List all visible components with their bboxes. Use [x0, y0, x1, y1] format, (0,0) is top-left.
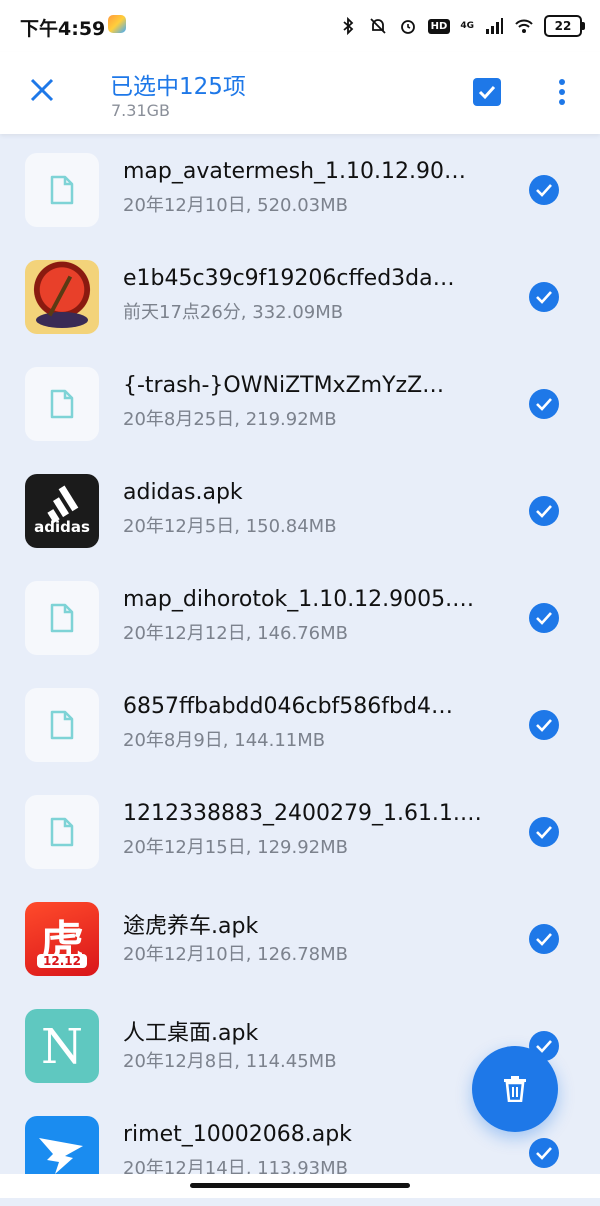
- file-thumbnail: [25, 153, 99, 227]
- file-meta: 20年12月15日, 129.92MB: [123, 837, 349, 858]
- list-item[interactable]: 1212338883_2400279_1.61.1.… 20年12月15日, 1…: [0, 778, 600, 885]
- tuhu-app-icon: 虎 12.12: [25, 902, 99, 976]
- trash-icon: [504, 1076, 526, 1102]
- file-name: e1b45c39c9f19206cffed3da…: [123, 266, 455, 291]
- list-item[interactable]: adidas adidas.apk 20年12月5日, 150.84MB: [0, 457, 600, 564]
- list-item[interactable]: {-trash-}OWNiZTMxZmYzZ… 20年8月25日, 219.92…: [0, 350, 600, 457]
- mute-bell-icon: [368, 16, 388, 36]
- file-thumbnail: [25, 581, 99, 655]
- file-name: 人工桌面.apk: [123, 1021, 259, 1046]
- file-thumbnail: [25, 367, 99, 441]
- file-name: 6857ffbabdd046cbf586fbd4…: [123, 694, 453, 719]
- file-thumbnail: [25, 688, 99, 762]
- selected-check-icon[interactable]: [529, 817, 559, 847]
- file-name: map_dihorotok_1.10.12.9005.…: [123, 587, 475, 612]
- selected-check-icon[interactable]: [529, 603, 559, 633]
- game-app-icon: [25, 260, 99, 334]
- selected-check-icon[interactable]: [529, 175, 559, 205]
- file-name: adidas.apk: [123, 480, 243, 505]
- status-time: 下午4:59: [20, 18, 106, 40]
- file-icon: [50, 710, 74, 740]
- launcher-logo-text: N: [41, 1019, 83, 1075]
- notification-app-icon: [108, 15, 126, 33]
- file-name: 1212338883_2400279_1.61.1.…: [123, 801, 482, 826]
- list-item[interactable]: 6857ffbabdd046cbf586fbd4… 20年8月9日, 144.1…: [0, 671, 600, 778]
- file-thumbnail: [25, 795, 99, 869]
- file-meta: 20年12月5日, 150.84MB: [123, 516, 337, 537]
- close-icon[interactable]: [24, 72, 60, 108]
- launcher-app-icon: N: [25, 1009, 99, 1083]
- selected-check-icon[interactable]: [529, 710, 559, 740]
- file-icon: [50, 389, 74, 419]
- network-type: 4G: [460, 21, 474, 31]
- adidas-logo-text: adidas: [34, 518, 90, 536]
- file-meta: 20年8月9日, 144.11MB: [123, 730, 326, 751]
- file-meta: 20年8月25日, 219.92MB: [123, 409, 337, 430]
- wifi-icon: [514, 16, 534, 36]
- tuhu-logo-subtext: 12.12: [37, 954, 87, 968]
- file-icon: [50, 603, 74, 633]
- status-bar: 下午4:59 HD 4G 22: [0, 0, 600, 52]
- selection-count-title: 已选中125项: [110, 74, 246, 100]
- file-name: map_avatermesh_1.10.12.90…: [123, 159, 467, 184]
- signal-icon: [484, 16, 504, 36]
- list-item[interactable]: 虎 12.12 途虎养车.apk 20年12月10日, 126.78MB: [0, 885, 600, 992]
- file-icon: [50, 175, 74, 205]
- list-item[interactable]: e1b45c39c9f19206cffed3da… 前天17点26分, 332.…: [0, 243, 600, 350]
- selected-check-icon[interactable]: [529, 389, 559, 419]
- selection-size: 7.31GB: [111, 101, 170, 120]
- bluetooth-icon: [338, 16, 358, 36]
- select-all-checkbox-icon[interactable]: [473, 78, 501, 106]
- file-meta: 前天17点26分, 332.09MB: [123, 302, 344, 323]
- more-vert-icon[interactable]: [552, 76, 572, 108]
- selected-check-icon[interactable]: [529, 1138, 559, 1168]
- selection-toolbar: 已选中125项 7.31GB: [0, 52, 600, 134]
- file-name: 途虎养车.apk: [123, 914, 259, 939]
- file-meta: 20年12月8日, 114.45MB: [123, 1051, 337, 1072]
- file-meta: 20年12月10日, 520.03MB: [123, 195, 349, 216]
- selected-check-icon[interactable]: [529, 924, 559, 954]
- selected-check-icon[interactable]: [529, 496, 559, 526]
- adidas-app-icon: adidas: [25, 474, 99, 548]
- list-item[interactable]: map_dihorotok_1.10.12.9005.… 20年12月12日, …: [0, 564, 600, 671]
- home-gesture-handle[interactable]: [190, 1183, 410, 1188]
- file-icon: [50, 817, 74, 847]
- status-icons: HD 4G 22: [338, 12, 585, 40]
- list-item[interactable]: map_avatermesh_1.10.12.90… 20年12月10日, 52…: [0, 136, 600, 243]
- file-meta: 20年12月10日, 126.78MB: [123, 944, 349, 965]
- alarm-icon: [398, 16, 418, 36]
- file-name: rimet_10002068.apk: [123, 1122, 352, 1147]
- delete-button[interactable]: [472, 1046, 558, 1132]
- file-name: {-trash-}OWNiZTMxZmYzZ…: [123, 373, 445, 398]
- navigation-bar: [0, 1174, 600, 1198]
- selected-check-icon[interactable]: [529, 282, 559, 312]
- hd-icon: HD: [427, 18, 451, 34]
- file-meta: 20年12月12日, 146.76MB: [123, 623, 349, 644]
- battery-indicator: 22: [544, 15, 585, 37]
